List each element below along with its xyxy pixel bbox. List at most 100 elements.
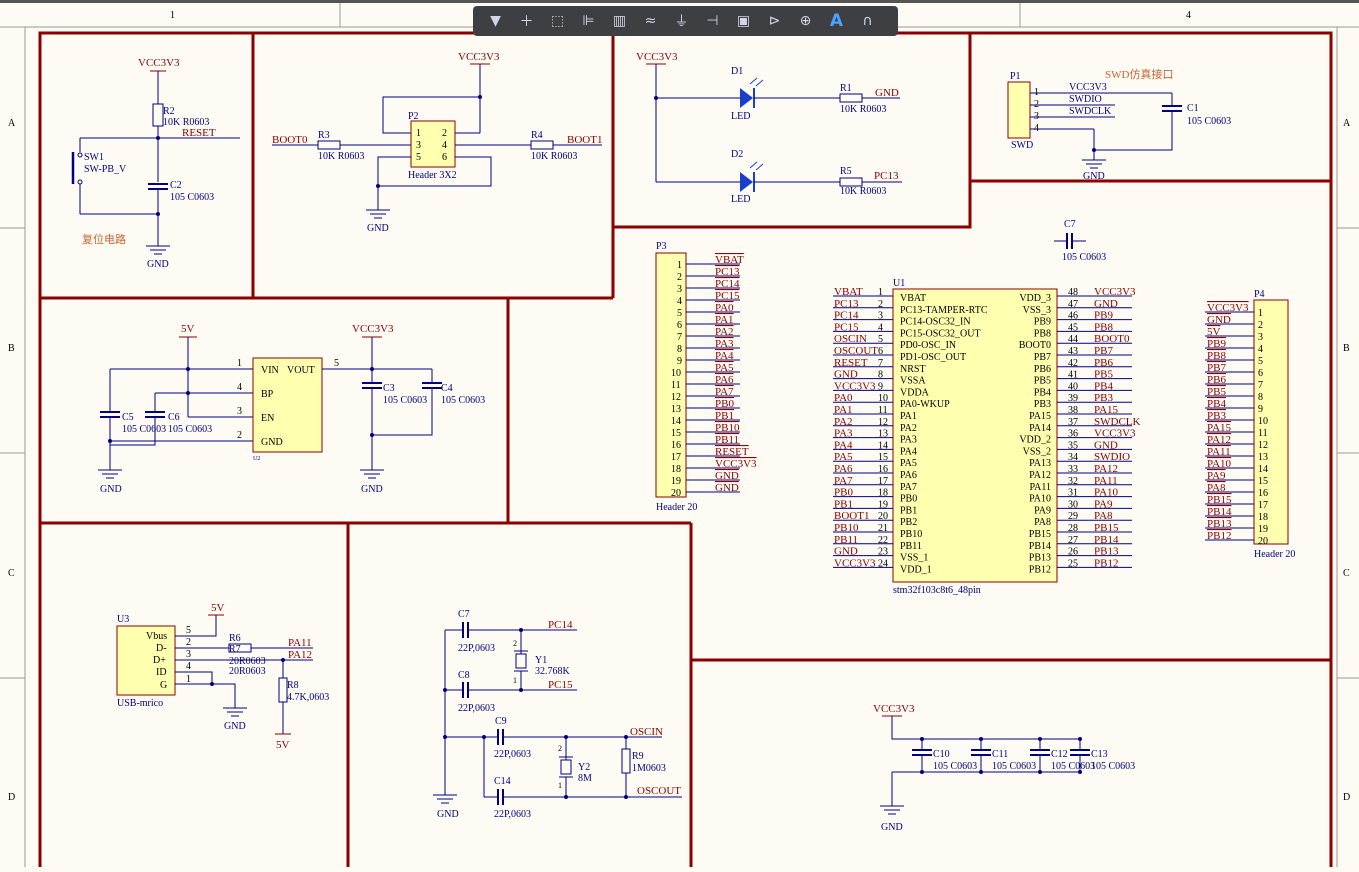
text-icon[interactable]: A <box>822 8 851 34</box>
u2-pin-3-num: 3 <box>237 406 242 417</box>
p4-net-label: PB14 <box>1207 506 1232 518</box>
border-row-a-right: A <box>1343 118 1351 129</box>
usb-connector[interactable]: U3 USB-mrico Vbus D- D+ ID G 5 2 3 4 1 5… <box>116 602 329 751</box>
u1-left-net-label: OSCOUT <box>834 345 878 357</box>
y1-value: 32.768K <box>535 666 571 677</box>
ldo-regulator[interactable]: 5V C5 105 C0603 C6 105 C0603 GND U2 1 VI… <box>98 323 485 495</box>
align-icon[interactable]: ⊫ <box>574 8 603 34</box>
p2-pin-2: 2 <box>442 128 447 139</box>
swd-interface[interactable]: SWD仿真接口 P1 SWD 1 2 3 4 VCC3V3 SWDIO SWDC… <box>1007 67 1231 182</box>
r1-net-label: GND <box>875 87 899 99</box>
resistor-r4[interactable] <box>530 140 554 150</box>
resistor-r3[interactable] <box>317 140 341 150</box>
u1-right-pin-name: VDD_2 <box>1019 435 1051 446</box>
decap-junction <box>920 770 924 774</box>
filter-icon[interactable]: ▼ <box>481 8 510 34</box>
r3-value: 10K R0603 <box>318 151 364 162</box>
u1-left-pin-num: 18 <box>878 488 888 499</box>
u1-left-net-label: PA7 <box>834 475 853 487</box>
p3-net-label: PA4 <box>715 350 734 362</box>
border-row-b-right: B <box>1343 343 1350 354</box>
header-p3[interactable]: P3 Header 20 1 VBAT 2 PC13 3 PC14 4 PC15 5 PA0 6 PA… <box>655 241 757 513</box>
decap-junction <box>1038 770 1042 774</box>
decap-cap-value: 105 C0603 <box>992 761 1036 772</box>
ldo-5v-label: 5V <box>181 323 195 335</box>
u1-right-pin-name: PA11 <box>1030 482 1052 493</box>
u1-right-pin-num: 44 <box>1068 334 1078 345</box>
port-icon[interactable]: ⊳ <box>760 8 789 34</box>
u1-right-net-label: PB15 <box>1094 522 1119 534</box>
u1-left-pin-num: 11 <box>878 405 888 416</box>
p3-net-label: GND <box>715 482 739 494</box>
oscillator-circuit[interactable]: C7 22P,0603 PC14 Y1 32.768K 2 1 C8 PC15 … <box>433 609 682 820</box>
arc-icon[interactable]: ∩ <box>853 8 882 34</box>
osc-pc15-label: PC15 <box>548 679 573 691</box>
p4-pin-num: 9 <box>1258 404 1263 415</box>
y1-pin1: 1 <box>513 676 517 685</box>
u1-right-pin-num: 29 <box>1068 511 1078 522</box>
chip-icon[interactable]: ▣ <box>729 8 758 34</box>
header-p1[interactable] <box>1007 81 1031 139</box>
u1-left-net-label: PA0 <box>834 392 853 404</box>
led-d2[interactable] <box>740 172 753 192</box>
led-d1[interactable] <box>740 88 753 108</box>
power-port-icon[interactable]: ⊣ <box>698 8 727 34</box>
u1-right-net-label: PA12 <box>1094 463 1118 475</box>
u1-left-net-label: PC13 <box>834 298 859 310</box>
decap-cap-value: 105 C0603 <box>933 761 977 772</box>
p4-net-label: PB6 <box>1207 374 1226 386</box>
u1-right-pin-num: 34 <box>1068 452 1078 463</box>
u1-right-net-label: PB6 <box>1094 357 1113 369</box>
reset-vcc-label: VCC3V3 <box>138 57 180 69</box>
p3-net-label: PA2 <box>715 326 734 338</box>
p3-pin-num: 19 <box>671 476 681 487</box>
no-erc-icon[interactable]: ⊕ <box>791 8 820 34</box>
u2-pin-gnd: GND <box>261 437 283 448</box>
decoupling-caps[interactable]: VCC3V3 C10105 C0603C11105 C0603C12105 C0… <box>873 703 1135 833</box>
usb-pin-id: ID <box>156 667 167 678</box>
u1-right-pin-num: 26 <box>1068 547 1078 558</box>
resistor-r2[interactable] <box>152 103 164 127</box>
led-circuit[interactable]: VCC3V3 D1 LED R1 10K R0603 GND D2 LED R5… <box>636 51 902 205</box>
u1-right-pin-name: PB14 <box>1029 541 1051 552</box>
usb-pa12-label: PA12 <box>288 649 312 661</box>
p4-pin-num: 8 <box>1258 392 1263 403</box>
boot-vcc-label: VCC3V3 <box>458 51 500 63</box>
p2-pin-6: 6 <box>442 152 447 163</box>
header-p4[interactable]: P4 Header 20 1 VCC3V3 2 GND 3 5V 4 PB9 5 PB8 6 PB7 7… <box>1205 289 1295 560</box>
schematic-sheet[interactable]: 1 4 A B C D A B C D VCC3V3 R2 10K R0603 … <box>0 0 1359 867</box>
u1-right-pin-num: 35 <box>1068 440 1078 451</box>
boot-header-circuit[interactable]: VCC3V3 P2 1 2 3 4 5 6 Header 3X2 GND BOO… <box>272 51 602 234</box>
u2-pin-2-num: 2 <box>237 430 242 441</box>
r4-value: 10K R0603 <box>531 151 577 162</box>
resistor-r1[interactable] <box>839 93 863 103</box>
u1-right-pin-name: PA9 <box>1034 505 1051 516</box>
reset-circuit[interactable]: VCC3V3 R2 10K R0603 RESET SW1 SW-PB_V C2… <box>71 57 240 270</box>
resistor-r5[interactable] <box>839 177 863 187</box>
bus-icon[interactable]: ≈ <box>636 8 665 34</box>
resistor-r8[interactable] <box>278 677 288 703</box>
capacitor-c7-loose[interactable]: C7 105 C0603 <box>1054 219 1106 263</box>
reset-caption: 复位电路 <box>82 232 126 246</box>
mcu-u1[interactable]: U1 stm32f103c8t6_48pin VBAT 1VBATPC13 2PC1… <box>833 278 1141 596</box>
u1-left-pin-name: VBAT <box>900 293 926 304</box>
crystal-y2[interactable] <box>560 759 572 775</box>
component-icon[interactable]: ▥ <box>605 8 634 34</box>
usb-pin-2-num: 2 <box>186 637 191 648</box>
p3-pin-num: 6 <box>677 320 682 331</box>
u1-left-pin-name: PA2 <box>900 423 917 434</box>
p4-value: Header 20 <box>1254 549 1295 560</box>
u1-left-pin-name: PB2 <box>900 517 917 528</box>
p3-value: Header 20 <box>656 502 697 513</box>
select-rect-icon[interactable]: ⬚ <box>543 8 572 34</box>
p3-pin-num: 9 <box>677 356 682 367</box>
u1-left-net-label: VBAT <box>834 286 863 298</box>
ground-icon[interactable]: ⏚ <box>667 8 696 34</box>
crystal-y1[interactable] <box>515 653 527 669</box>
crosshair-icon[interactable]: ＋ <box>512 8 541 34</box>
u1-left-pin-name: NRST <box>900 364 926 375</box>
u1-left-pin-num: 16 <box>878 464 888 475</box>
usb-vbus-label: 5V <box>211 602 225 614</box>
resistor-r9[interactable] <box>621 748 631 774</box>
decap-cap-ref: C13 <box>1091 749 1108 760</box>
